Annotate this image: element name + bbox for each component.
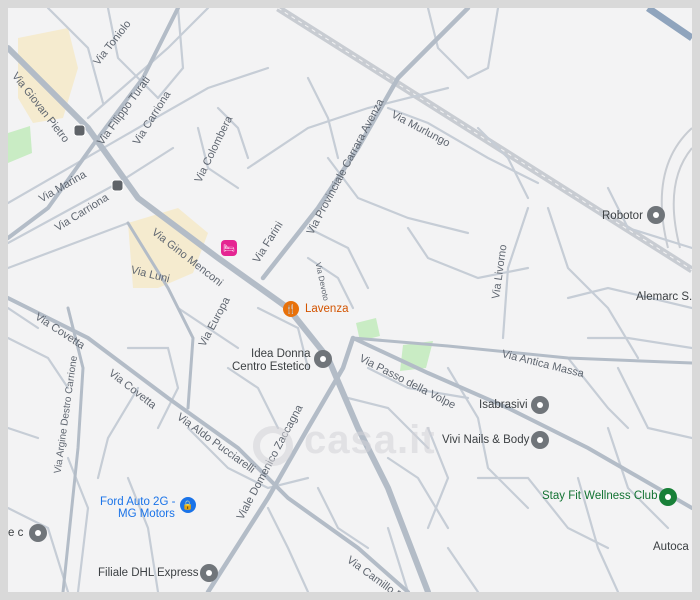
gym-pin-icon[interactable]	[659, 488, 677, 506]
highway	[646, 8, 692, 41]
railway	[276, 8, 692, 273]
place-idea-donna-subtitle: Centro Estetico	[232, 361, 311, 373]
park	[8, 126, 32, 163]
place-ford-auto-subtitle: MG Motors	[118, 508, 175, 520]
place-dhl[interactable]: Filiale DHL Express	[98, 567, 199, 580]
place-pin-icon[interactable]	[531, 396, 549, 414]
restaurant-icon[interactable]: 🍴	[283, 301, 299, 317]
place-pin-icon[interactable]	[29, 524, 47, 542]
watermark: casa.it	[304, 418, 436, 462]
place-pin-icon[interactable]	[200, 564, 218, 582]
place-ec[interactable]: e c	[8, 527, 23, 540]
place-pin-icon[interactable]	[647, 206, 665, 224]
place-alemarc[interactable]: Alemarc S.r.	[636, 291, 692, 304]
place-pin-icon[interactable]	[314, 350, 332, 368]
place-autoca[interactable]: Autoca	[653, 541, 689, 554]
place-pin-icon[interactable]	[531, 431, 549, 449]
bus-stop-icon	[73, 124, 86, 137]
place-idea-donna[interactable]: Idea Donna	[251, 348, 310, 361]
place-isabrasivi[interactable]: Isabrasivi	[479, 399, 528, 412]
place-vivi-nails[interactable]: Vivi Nails & Body	[442, 434, 529, 447]
place-lavenza[interactable]: Lavenza	[305, 303, 348, 316]
car-dealer-icon[interactable]: 🔒	[180, 497, 196, 513]
hotel-icon[interactable]: 🛏	[221, 240, 237, 256]
watermark-logo-icon	[253, 426, 293, 466]
map-frame: Via Giovan Pietro Via Toniolo Via Filipp…	[0, 0, 700, 600]
bus-stop-icon	[111, 179, 124, 192]
place-stay-fit[interactable]: Stay Fit Wellness Club	[542, 490, 657, 503]
place-robotor[interactable]: Robotor	[602, 210, 643, 223]
